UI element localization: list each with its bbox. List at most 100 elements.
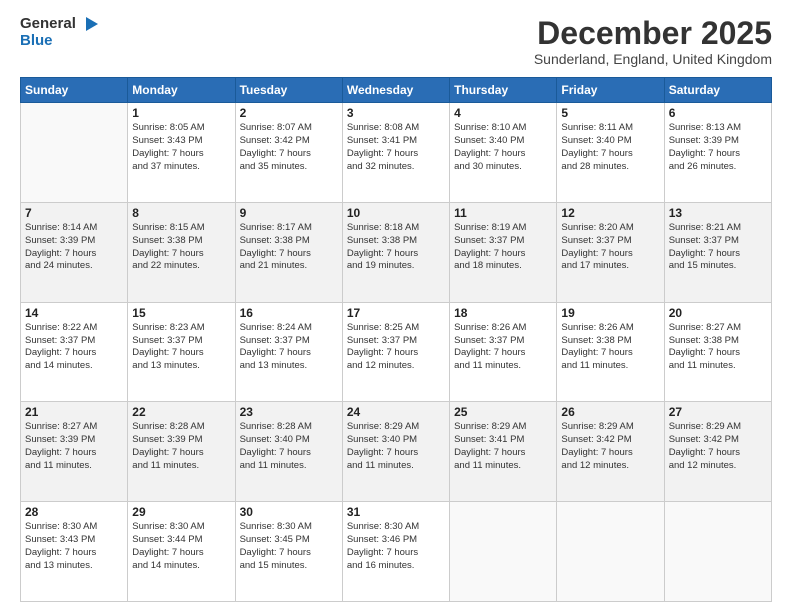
col-sunday: Sunday [21,78,128,103]
logo-line2: Blue [20,33,98,50]
info-line: Sunset: 3:46 PM [347,534,445,547]
cell-info: Sunrise: 8:18 AMSunset: 3:38 PMDaylight:… [347,222,445,273]
info-line: Daylight: 7 hours [347,148,445,161]
day-number: 18 [454,306,552,320]
table-row: 5 Sunrise: 8:11 AMSunset: 3:40 PMDaylight… [557,103,664,203]
day-number: 31 [347,505,445,519]
info-line: Daylight: 7 hours [561,447,659,460]
cell-info: Sunrise: 8:17 AMSunset: 3:38 PMDaylight:… [240,222,338,273]
day-number: 8 [132,206,230,220]
calendar-week-row: 28 Sunrise: 8:30 AMSunset: 3:43 PMDayligh… [21,502,772,602]
table-row [664,502,771,602]
table-row: 22Sunrise: 8:28 AMSunset: 3:39 PMDayligh… [128,402,235,502]
cell-info: Sunrise: 8:30 AMSunset: 3:43 PMDaylight:… [25,521,123,572]
calendar-week-row: 21Sunrise: 8:27 AMSunset: 3:39 PMDayligh… [21,402,772,502]
table-row: 23 Sunrise: 8:28 AMSunset: 3:40 PMDayligh… [235,402,342,502]
info-line: Sunset: 3:43 PM [25,534,123,547]
info-line: Daylight: 7 hours [240,148,338,161]
info-line: Daylight: 7 hours [561,148,659,161]
table-row: 30 Sunrise: 8:30 AMSunset: 3:45 PMDayligh… [235,502,342,602]
cell-info: Sunrise: 8:20 AMSunset: 3:37 PMDaylight:… [561,222,659,273]
info-line: Daylight: 7 hours [347,447,445,460]
day-number: 14 [25,306,123,320]
day-number: 2 [240,106,338,120]
month-title: December 2025 [534,16,772,51]
info-line: Sunset: 3:45 PM [240,534,338,547]
header: General Blue December 2025 Sunderland, E… [20,16,772,67]
info-line: Sunrise: 8:20 AM [561,222,659,235]
cell-info: Sunrise: 8:28 AMSunset: 3:40 PMDaylight:… [240,421,338,472]
info-line: Daylight: 7 hours [347,347,445,360]
day-number: 5 [561,106,659,120]
col-saturday: Saturday [664,78,771,103]
info-line: and 11 minutes. [454,360,552,373]
info-line: Daylight: 7 hours [132,347,230,360]
table-row: 25Sunrise: 8:29 AMSunset: 3:41 PMDayligh… [450,402,557,502]
info-line: Sunset: 3:37 PM [132,335,230,348]
day-number: 16 [240,306,338,320]
info-line: Sunrise: 8:27 AM [25,421,123,434]
cell-info: Sunrise: 8:29 AMSunset: 3:40 PMDaylight:… [347,421,445,472]
info-line: and 35 minutes. [240,161,338,174]
info-line: and 11 minutes. [669,360,767,373]
cell-info: Sunrise: 8:21 AMSunset: 3:37 PMDaylight:… [669,222,767,273]
table-row: 24Sunrise: 8:29 AMSunset: 3:40 PMDayligh… [342,402,449,502]
info-line: and 26 minutes. [669,161,767,174]
table-row: 29Sunrise: 8:30 AMSunset: 3:44 PMDayligh… [128,502,235,602]
cell-info: Sunrise: 8:29 AMSunset: 3:42 PMDaylight:… [669,421,767,472]
info-line: Daylight: 7 hours [240,347,338,360]
cell-info: Sunrise: 8:24 AMSunset: 3:37 PMDaylight:… [240,322,338,373]
info-line: Daylight: 7 hours [25,248,123,261]
table-row: 20Sunrise: 8:27 AMSunset: 3:38 PMDayligh… [664,302,771,402]
table-row: 11Sunrise: 8:19 AMSunset: 3:37 PMDayligh… [450,202,557,302]
info-line: Sunrise: 8:29 AM [669,421,767,434]
day-number: 12 [561,206,659,220]
info-line: Sunrise: 8:15 AM [132,222,230,235]
header-row: Sunday Monday Tuesday Wednesday Thursday… [21,78,772,103]
info-line: Sunrise: 8:21 AM [669,222,767,235]
info-line: Sunset: 3:37 PM [454,335,552,348]
info-line: Daylight: 7 hours [669,248,767,261]
info-line: and 11 minutes. [25,460,123,473]
table-row: 2Sunrise: 8:07 AMSunset: 3:42 PMDaylight… [235,103,342,203]
table-row: 9Sunrise: 8:17 AMSunset: 3:38 PMDaylight… [235,202,342,302]
table-row: 15Sunrise: 8:23 AMSunset: 3:37 PMDayligh… [128,302,235,402]
info-line: and 21 minutes. [240,260,338,273]
day-number: 7 [25,206,123,220]
day-number: 23 [240,405,338,419]
info-line: Sunset: 3:37 PM [669,235,767,248]
info-line: Daylight: 7 hours [240,248,338,261]
day-number: 28 [25,505,123,519]
day-number: 21 [25,405,123,419]
day-number: 1 [132,106,230,120]
info-line: and 12 minutes. [347,360,445,373]
calendar-week-row: 7Sunrise: 8:14 AMSunset: 3:39 PMDaylight… [21,202,772,302]
info-line: Sunrise: 8:17 AM [240,222,338,235]
table-row [557,502,664,602]
info-line: and 12 minutes. [669,460,767,473]
info-line: Sunset: 3:39 PM [25,235,123,248]
table-row: 6Sunrise: 8:13 AMSunset: 3:39 PMDaylight… [664,103,771,203]
table-row: 31 Sunrise: 8:30 AMSunset: 3:46 PMDayligh… [342,502,449,602]
table-row: 3Sunrise: 8:08 AMSunset: 3:41 PMDaylight… [342,103,449,203]
table-row: 19Sunrise: 8:26 AMSunset: 3:38 PMDayligh… [557,302,664,402]
table-row: 10Sunrise: 8:18 AMSunset: 3:38 PMDayligh… [342,202,449,302]
cell-info: Sunrise: 8:30 AMSunset: 3:46 PMDaylight:… [347,521,445,572]
info-line: and 30 minutes. [454,161,552,174]
cell-info: Sunrise: 8:27 AMSunset: 3:38 PMDaylight:… [669,322,767,373]
cell-info: Sunrise: 8:08 AMSunset: 3:41 PMDaylight:… [347,122,445,173]
day-number: 29 [132,505,230,519]
cell-info: Sunrise: 8:30 AMSunset: 3:45 PMDaylight:… [240,521,338,572]
table-row: 26Sunrise: 8:29 AMSunset: 3:42 PMDayligh… [557,402,664,502]
info-line: and 13 minutes. [25,560,123,573]
cell-info: Sunrise: 8:11 AMSunset: 3:40 PMDaylight:… [561,122,659,173]
info-line: Daylight: 7 hours [454,248,552,261]
info-line: Daylight: 7 hours [454,148,552,161]
info-line: and 37 minutes. [132,161,230,174]
info-line: and 14 minutes. [25,360,123,373]
table-row: 13Sunrise: 8:21 AMSunset: 3:37 PMDayligh… [664,202,771,302]
calendar-week-row: 14Sunrise: 8:22 AMSunset: 3:37 PMDayligh… [21,302,772,402]
info-line: Sunrise: 8:07 AM [240,122,338,135]
info-line: Sunrise: 8:30 AM [132,521,230,534]
day-number: 30 [240,505,338,519]
